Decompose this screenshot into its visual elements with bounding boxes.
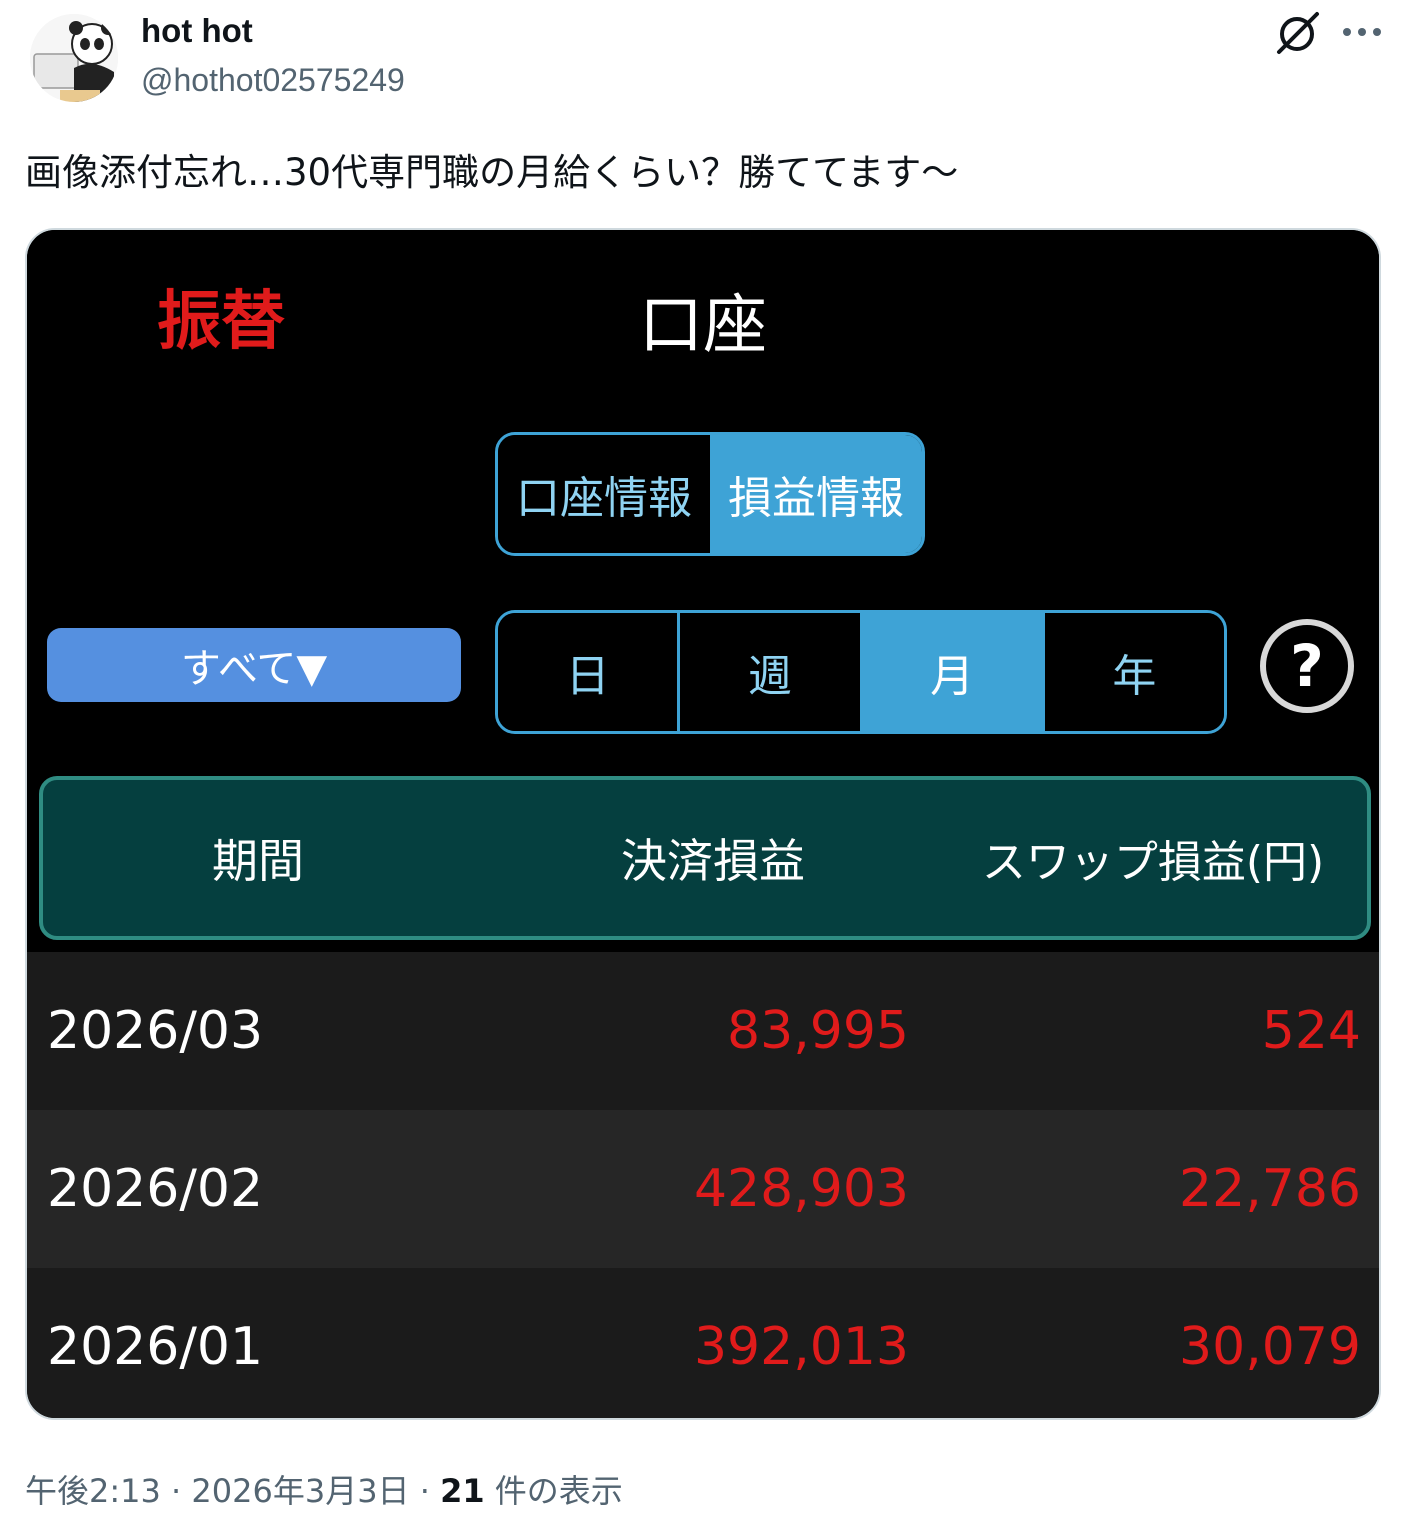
- help-icon[interactable]: ?: [1257, 616, 1357, 716]
- row-period: 2026/01: [47, 1317, 264, 1377]
- row-settlement-profit: 428,903: [693, 1159, 909, 1219]
- meta-separator: ·: [409, 1472, 441, 1510]
- table-row[interactable]: 2026/03 83,995 524: [27, 952, 1379, 1110]
- author-display-name[interactable]: hot hot: [141, 12, 253, 50]
- column-header-period: 期間: [212, 834, 304, 888]
- app-header-area: 振替 口座 口座情報 損益情報 すべて▼ 日 週 月 年 ? 期間 決済損益 ス…: [27, 230, 1379, 952]
- info-tab-switch: 口座情報 損益情報: [495, 432, 925, 556]
- tweet-text: 画像添付忘れ…30代専門職の月給くらい？勝ててます〜: [25, 151, 959, 194]
- row-swap-profit: 524: [1261, 1001, 1361, 1061]
- tab-year[interactable]: 年: [1044, 613, 1224, 731]
- views-count[interactable]: 21: [440, 1472, 485, 1510]
- meta-separator: ·: [160, 1472, 192, 1510]
- author-handle[interactable]: @hothot02575249: [141, 62, 405, 99]
- row-settlement-profit: 392,013: [693, 1317, 909, 1377]
- views-label: 件の表示: [484, 1472, 623, 1510]
- row-settlement-profit: 83,995: [727, 1001, 909, 1061]
- filter-all-button[interactable]: すべて▼: [47, 628, 461, 702]
- table-header: 期間 決済損益 スワップ損益(円): [39, 776, 1371, 940]
- post-time[interactable]: 午後2:13: [25, 1472, 161, 1510]
- tab-week[interactable]: 週: [680, 613, 863, 731]
- tab-month[interactable]: 月: [862, 613, 1045, 731]
- svg-text:?: ?: [1290, 632, 1324, 700]
- tweet-meta: 午後2:13 · 2026年3月3日 · 21 件の表示: [25, 1466, 623, 1512]
- panda-avatar-icon: [30, 14, 118, 102]
- row-swap-profit: 30,079: [1179, 1317, 1361, 1377]
- row-period: 2026/02: [47, 1159, 264, 1219]
- post-date[interactable]: 2026年3月3日: [191, 1472, 409, 1510]
- table-row[interactable]: 2026/02 428,903 22,786: [27, 1110, 1379, 1268]
- tab-profit-info[interactable]: 損益情報: [710, 435, 922, 553]
- row-period: 2026/03: [47, 1001, 264, 1061]
- tweet-page: hot hot @hothot02575249 画像添付忘れ…30代専門職の月給…: [0, 0, 1403, 1533]
- row-swap-profit: 22,786: [1179, 1159, 1361, 1219]
- grok-icon[interactable]: [1273, 10, 1323, 56]
- column-header-swap: スワップ損益(円): [981, 837, 1325, 888]
- period-tab-switch: 日 週 月 年: [495, 610, 1227, 734]
- tweet-image[interactable]: 振替 口座 口座情報 損益情報 すべて▼ 日 週 月 年 ? 期間 決済損益 ス…: [25, 228, 1381, 1420]
- column-header-settlement: 決済損益: [621, 834, 805, 888]
- tab-account-info[interactable]: 口座情報: [498, 435, 710, 553]
- more-options-icon[interactable]: [1339, 12, 1385, 52]
- account-title: 口座: [639, 289, 767, 363]
- tab-day[interactable]: 日: [498, 613, 681, 731]
- table-row[interactable]: 2026/01 392,013 30,079: [27, 1268, 1379, 1418]
- avatar[interactable]: [30, 14, 118, 102]
